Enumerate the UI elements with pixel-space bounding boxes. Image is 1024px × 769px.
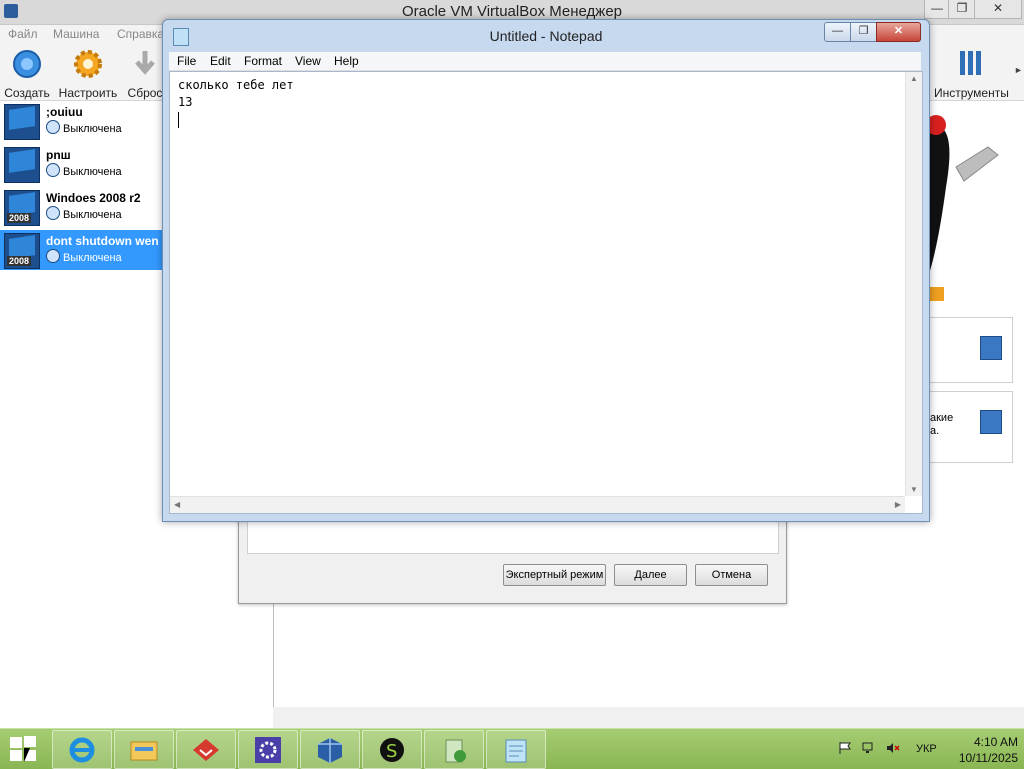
recycle-app-icon[interactable]	[424, 730, 484, 769]
internet-explorer-icon[interactable]	[52, 730, 112, 769]
wizard-content-area	[247, 519, 779, 554]
vm-name: Windoes 2008 r2	[46, 191, 141, 205]
menu-format[interactable]: Format	[244, 54, 282, 68]
text-caret	[178, 112, 179, 128]
discard-arrow-icon	[135, 51, 155, 75]
notepad-close-button[interactable]: ✕	[876, 22, 921, 42]
action-center-flag-icon[interactable]	[838, 741, 852, 755]
tools-icon	[960, 51, 981, 75]
snapshot-icon[interactable]	[980, 410, 1002, 434]
menu-help[interactable]: Help	[334, 54, 359, 68]
settings-gear-icon	[74, 50, 102, 78]
vm-state: Выключена	[46, 206, 122, 221]
notepad-text-area[interactable]: сколько тебе лет 13 ▲ ▼ ◀ ▶	[169, 71, 923, 514]
clock-time[interactable]: 4:10 AM	[954, 735, 1018, 749]
mouse-cursor-icon	[24, 748, 36, 762]
vm-os-icon	[4, 104, 40, 140]
power-off-icon	[46, 249, 60, 263]
power-off-icon	[46, 163, 60, 177]
snapshot-box: акие а.	[928, 391, 1013, 463]
scroll-right-arrow-icon[interactable]: ▶	[895, 500, 901, 509]
notepad-icon[interactable]	[486, 730, 546, 769]
settings-gear-icon[interactable]	[238, 730, 298, 769]
tools-label: Инструменты	[934, 86, 1009, 100]
horizontal-scrollbar[interactable]: ◀ ▶	[170, 496, 905, 513]
red-app-icon[interactable]	[176, 730, 236, 769]
virtualbox-icon[interactable]	[300, 730, 360, 769]
notepad-minimize-button[interactable]: —	[824, 22, 851, 42]
vm-state: Выключена	[46, 120, 122, 135]
vm-state: Выключена	[46, 249, 122, 264]
network-icon[interactable]	[862, 741, 876, 755]
vertical-scrollbar[interactable]: ▲ ▼	[905, 72, 922, 496]
scroll-left-arrow-icon[interactable]: ◀	[174, 500, 180, 509]
cancel-button[interactable]: Отмена	[695, 564, 768, 586]
clock-date[interactable]: 10/11/2025	[940, 751, 1018, 765]
taskbar: S УКР 4:10 AM 10/11/2025	[0, 728, 1024, 769]
menu-edit[interactable]: Edit	[210, 54, 231, 68]
menu-file[interactable]: Файл	[8, 27, 38, 41]
menu-view[interactable]: View	[295, 54, 321, 68]
menu-help[interactable]: Справка	[117, 27, 164, 41]
svg-text:S: S	[386, 741, 397, 762]
new-vm-wizard-dialog: Экспертный режим Далее Отмена	[238, 518, 787, 604]
menu-machine[interactable]: Машина	[53, 27, 99, 41]
vm-name: pnш	[46, 148, 71, 162]
vm-item[interactable]: 2008 Windoes 2008 r2 Выключена	[0, 187, 162, 227]
system-tray: УКР 4:10 AM 10/11/2025	[836, 735, 1024, 765]
vm-os-icon	[4, 147, 40, 183]
create-button[interactable]: Создать	[4, 47, 50, 100]
notepad-maximize-button[interactable]: ❐	[850, 22, 877, 42]
tools-button[interactable]: Инструменты	[934, 47, 1009, 100]
notepad-window: Untitled - Notepad — ❐ ✕ File Edit Forma…	[162, 19, 930, 522]
volume-muted-icon[interactable]	[886, 741, 900, 755]
notepad-titlebar: Untitled - Notepad — ❐ ✕	[163, 20, 929, 52]
snapshot-text: акие а.	[930, 412, 954, 437]
power-off-icon	[46, 206, 60, 220]
settings-button[interactable]: Настроить	[58, 47, 118, 100]
scroll-up-arrow-icon[interactable]: ▲	[910, 74, 918, 83]
virtualbox-maximize-button[interactable]: ❐	[948, 0, 976, 19]
vm-os-icon: 2008	[4, 190, 40, 226]
vm-item[interactable]: ;ouiuu Выключена	[0, 101, 162, 141]
toolbar-overflow-icon[interactable]: ►	[1014, 65, 1023, 75]
settings-label: Настроить	[58, 86, 118, 100]
virtualbox-title: Oracle VM VirtualBox Менеджер	[401, 3, 623, 20]
power-off-icon	[46, 120, 60, 134]
expert-mode-button[interactable]: Экспертный режим	[503, 564, 606, 586]
preview-icon[interactable]	[980, 336, 1002, 360]
notepad-content: сколько тебе лет 13	[178, 78, 294, 109]
vm-item-selected[interactable]: 2008 dont shutdown wen Выключена	[0, 230, 162, 270]
scroll-down-arrow-icon[interactable]: ▼	[910, 485, 918, 494]
mascot-illustration	[928, 115, 999, 301]
vm-name: dont shutdown wen	[46, 234, 159, 248]
create-icon	[13, 50, 41, 78]
discard-button[interactable]: Сброс	[127, 47, 163, 100]
virtualbox-close-button[interactable]: ✕	[974, 0, 1022, 19]
s-green-icon[interactable]: S	[362, 730, 422, 769]
vm-name: ;ouiuu	[46, 105, 83, 119]
vm-item[interactable]: pnш Выключена	[0, 144, 162, 184]
virtualbox-minimize-button[interactable]: —	[924, 0, 950, 19]
details-pane: акие а.	[928, 101, 1024, 707]
notepad-menubar: File Edit Format View Help	[169, 52, 921, 71]
discard-label: Сброс	[127, 86, 163, 100]
menu-file[interactable]: File	[177, 54, 196, 68]
notepad-title: Untitled - Notepad	[489, 28, 603, 44]
virtualbox-statusbar	[273, 707, 1024, 728]
vm-state: Выключена	[46, 163, 122, 178]
next-button[interactable]: Далее	[614, 564, 687, 586]
create-label: Создать	[4, 86, 50, 100]
file-explorer-icon[interactable]	[114, 730, 174, 769]
vm-os-icon: 2008	[4, 233, 40, 269]
input-language[interactable]: УКР	[916, 743, 937, 755]
preview-box	[928, 317, 1013, 383]
